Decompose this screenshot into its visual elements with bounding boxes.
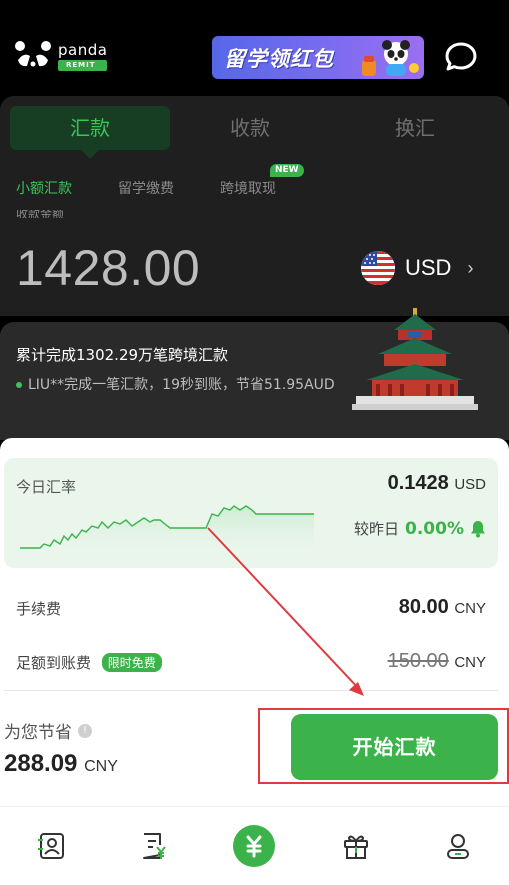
start-remit-button[interactable]: 开始汇款 <box>291 714 498 780</box>
remit-card: 汇款 收款 换汇 小额汇款 留学缴费 跨境取现 NEW 收款金额 1428.00 <box>0 96 509 316</box>
study-red-packet-banner[interactable]: 留学领红包 <box>212 36 424 79</box>
nav-orders[interactable] <box>102 807 204 885</box>
subtab-small-remit[interactable]: 小额汇款 <box>16 178 72 198</box>
nav-rewards[interactable] <box>305 807 407 885</box>
logo-tag: REMIT <box>58 59 108 71</box>
sub-tab-bar: 小额汇款 留学缴费 跨境取现 NEW <box>16 164 322 198</box>
app-screen: panda REMIT 留学领红包 汇款 收款 换汇 小额汇款 留学缴费 跨境取… <box>0 0 509 885</box>
nav-contacts[interactable] <box>0 807 102 885</box>
subtab-cash-withdraw-label: 跨境取现 <box>220 181 276 197</box>
user-icon <box>447 834 470 859</box>
rate-number: 0.1428 <box>387 472 449 494</box>
fee-unit: CNY <box>454 600 486 617</box>
tab-exchange[interactable]: 换汇 <box>330 106 500 150</box>
fee-label: 手续费 <box>16 600 62 618</box>
full-arrival-amount: 150.00 <box>387 650 449 672</box>
stats-title: 累计完成1302.29万笔跨境汇款 <box>16 346 229 364</box>
fee-row: 手续费 80.00 CNY <box>16 596 486 622</box>
savings-label-text: 为您节省 <box>4 723 72 743</box>
currency-code: USD <box>405 255 452 280</box>
bottom-nav <box>0 806 509 885</box>
rate-value: 0.1428 USD <box>388 472 486 495</box>
free-badge: 限时免费 <box>101 653 162 672</box>
stats-ticker: LIU**完成一笔汇款，19秒到账，节省51.95AUD <box>16 374 336 396</box>
subtab-cash-withdraw[interactable]: 跨境取现 NEW <box>220 164 304 198</box>
contact-book-icon <box>37 833 64 859</box>
panda-icon <box>14 40 52 72</box>
exchange-rate-panel: 今日汇率 0.1428 USD 较昨日 0.00% <box>4 458 498 568</box>
banner-text: 留学领红包 <box>224 47 334 71</box>
savings-amount: 288.09 <box>4 750 78 777</box>
savings-unit: CNY <box>84 758 118 775</box>
top-bar: panda REMIT 留学领红包 <box>0 0 509 96</box>
amount-label: 收款金额 <box>16 210 65 218</box>
temple-of-heaven-icon <box>352 308 478 410</box>
full-arrival-label: 足额到账费 <box>16 654 92 672</box>
logo-word: panda <box>58 40 108 59</box>
panda-logo: panda REMIT <box>14 40 108 72</box>
divider <box>4 690 498 691</box>
fee-amount: 80.00 <box>398 596 449 618</box>
new-badge: NEW <box>270 164 304 177</box>
full-arrival-unit: CNY <box>454 654 486 671</box>
full-arrival-row: 足额到账费 限时免费 150.00 CNY <box>16 650 486 676</box>
quote-sheet: 今日汇率 0.1428 USD 较昨日 0.00% 手续费 80.00 CNY … <box>0 438 509 808</box>
info-icon[interactable]: ! <box>78 723 92 738</box>
yuan-remit-icon <box>233 825 276 867</box>
chevron-right-icon: › <box>467 257 474 278</box>
savings-value: 288.09 CNY <box>4 750 118 778</box>
panda-mascot-icon <box>362 40 419 76</box>
rate-compare: 较昨日 0.00% <box>354 518 486 539</box>
us-flag-icon <box>361 251 395 285</box>
rate-compare-pct: 0.00% <box>405 518 464 539</box>
tab-receive[interactable]: 收款 <box>170 106 330 150</box>
savings-label: 为您节省 ! <box>4 718 92 743</box>
full-arrival-value: 150.00 CNY <box>388 650 486 673</box>
bell-icon[interactable] <box>470 520 486 538</box>
rate-sparkline <box>20 505 314 560</box>
rate-compare-label: 较昨日 <box>354 520 400 538</box>
subtab-tuition[interactable]: 留学缴费 <box>118 178 174 198</box>
main-tab-bar: 汇款 收款 换汇 <box>10 106 500 159</box>
nav-profile[interactable] <box>407 807 509 885</box>
live-dot-icon <box>16 382 22 388</box>
amount-input[interactable]: 1428.00 <box>16 240 200 296</box>
stats-ticker-text: LIU**完成一笔汇款，19秒到账，节省51.95AUD <box>28 377 335 393</box>
currency-selector[interactable]: USD › <box>361 251 473 285</box>
chat-bubble-icon[interactable] <box>444 41 478 73</box>
gift-icon <box>344 835 369 859</box>
nav-remit[interactable] <box>204 807 306 885</box>
rate-label: 今日汇率 <box>16 478 77 496</box>
bill-yuan-icon <box>142 833 166 859</box>
fee-value: 80.00 CNY <box>399 596 486 619</box>
tab-remit[interactable]: 汇款 <box>10 106 170 159</box>
rate-unit: USD <box>454 476 486 493</box>
